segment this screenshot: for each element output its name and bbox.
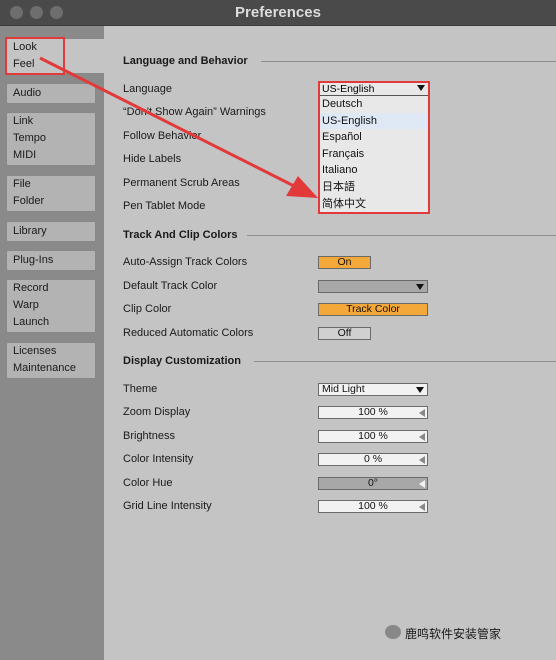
language-option-us-english[interactable]: US-English	[320, 112, 428, 130]
slider-arrow-icon	[419, 503, 425, 511]
language-select[interactable]: US-English	[320, 83, 428, 96]
brightness-label: Brightness	[123, 430, 175, 442]
slider-arrow-icon	[419, 433, 425, 441]
tab-audio[interactable]: Audio	[6, 83, 96, 104]
section-heading-language: Language and Behavior	[123, 55, 248, 67]
tab-file-folder[interactable]: File Folder	[6, 175, 96, 212]
permanent-scrub-label: Permanent Scrub Areas	[123, 177, 240, 189]
grid-line-intensity-label: Grid Line Intensity	[123, 500, 212, 512]
tab-label: Folder	[13, 195, 45, 207]
auto-assign-label: Auto-Assign Track Colors	[123, 256, 248, 268]
tab-licenses-maintenance[interactable]: Licenses Maintenance	[6, 342, 96, 379]
default-track-color-label: Default Track Color	[123, 280, 218, 292]
slider-arrow-icon	[419, 456, 425, 464]
theme-label: Theme	[123, 383, 158, 395]
tab-label: Link	[13, 115, 34, 127]
reduced-colors-label: Reduced Automatic Colors	[123, 327, 254, 339]
window-title: Preferences	[235, 4, 321, 21]
dont-show-warnings-label: “Don't Show Again” Warnings	[123, 106, 266, 118]
brightness-value: 100 %	[358, 430, 388, 442]
grid-line-intensity-value: 100 %	[358, 500, 388, 512]
section-divider	[261, 61, 556, 62]
section-heading-track-clip: Track And Clip Colors	[123, 229, 238, 241]
zoom-display-slider[interactable]: 100 %	[318, 406, 428, 419]
language-selected-value: US-English	[322, 83, 375, 95]
tab-plug-ins[interactable]: Plug-Ins	[6, 250, 96, 271]
language-option-italiano[interactable]: Italiano	[320, 162, 428, 179]
tab-label: Maintenance	[13, 362, 76, 374]
clip-color-button[interactable]: Track Color	[318, 303, 428, 316]
tab-link-tempo-midi[interactable]: Link Tempo MIDI	[6, 112, 96, 166]
language-option-simplified-chinese[interactable]: 简体中文	[320, 196, 428, 213]
language-dropdown[interactable]: US-English Deutsch US-English Español Fr…	[318, 81, 430, 214]
brightness-slider[interactable]: 100 %	[318, 430, 428, 443]
slider-arrow-icon	[419, 480, 425, 488]
color-hue-label: Color Hue	[123, 477, 173, 489]
tab-label: MIDI	[13, 149, 37, 161]
tab-label: Audio	[13, 87, 42, 99]
theme-value: Mid Light	[322, 383, 365, 395]
auto-assign-toggle[interactable]: On	[318, 256, 371, 269]
section-divider	[254, 361, 556, 362]
language-option-espanol[interactable]: Español	[320, 129, 428, 146]
color-intensity-label: Color Intensity	[123, 453, 194, 465]
chevron-down-icon	[416, 387, 424, 393]
theme-select[interactable]: Mid Light	[318, 383, 428, 396]
tab-label: Record	[13, 282, 49, 294]
tab-record-warp-launch[interactable]: Record Warp Launch	[6, 279, 96, 333]
wechat-icon	[385, 625, 401, 639]
clip-color-label: Clip Color	[123, 303, 172, 315]
zoom-display-label: Zoom Display	[123, 406, 191, 418]
chevron-down-icon	[416, 284, 424, 290]
tab-label: File	[13, 178, 31, 190]
title-bar: Preferences	[0, 0, 556, 26]
zoom-display-value: 100 %	[358, 406, 388, 418]
highlight-box	[5, 37, 65, 75]
language-option-francais[interactable]: Français	[320, 146, 428, 163]
section-divider	[247, 235, 556, 236]
tab-label: Library	[13, 225, 47, 237]
language-option-japanese[interactable]: 日本語	[320, 179, 428, 196]
language-label: Language	[123, 83, 172, 95]
chevron-down-icon	[417, 85, 425, 91]
watermark-text: 鹿鸣软件安装管家	[405, 627, 502, 641]
grid-line-intensity-slider[interactable]: 100 %	[318, 500, 428, 513]
tab-label: Tempo	[13, 132, 47, 144]
tab-label: Plug-Ins	[13, 254, 54, 266]
reduced-colors-toggle[interactable]: Off	[318, 327, 371, 340]
hide-labels-label: Hide Labels	[123, 153, 182, 165]
color-intensity-value: 0 %	[363, 453, 383, 465]
language-option-deutsch[interactable]: Deutsch	[320, 96, 428, 113]
follow-behavior-label: Follow Behavior	[123, 130, 202, 142]
tab-label: Licenses	[13, 345, 57, 357]
slider-arrow-icon	[419, 409, 425, 417]
color-hue-value: 0°	[367, 477, 379, 489]
tab-label: Warp	[13, 299, 39, 311]
sidebar: Look Feel Audio Link Tempo MIDI File Fol…	[0, 26, 104, 660]
section-heading-display: Display Customization	[123, 355, 241, 367]
color-hue-slider[interactable]: 0°	[318, 477, 428, 490]
tab-library[interactable]: Library	[6, 221, 96, 242]
default-track-color-select[interactable]	[318, 280, 428, 293]
color-intensity-slider[interactable]: 0 %	[318, 453, 428, 466]
pen-tablet-label: Pen Tablet Mode	[123, 200, 206, 212]
tab-label: Launch	[13, 316, 50, 328]
